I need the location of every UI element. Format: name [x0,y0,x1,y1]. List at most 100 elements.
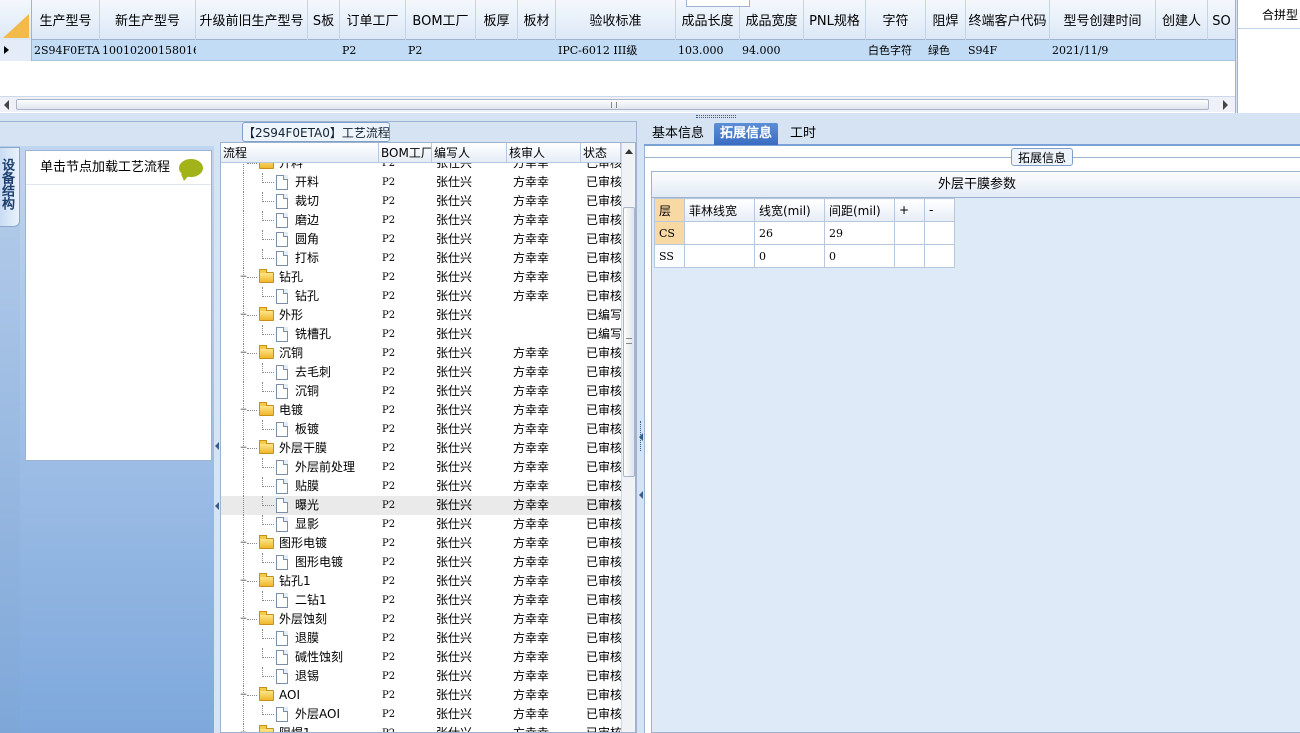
param-column-header[interactable]: + [894,198,925,222]
tree-row[interactable]: 显影 P2 张仕兴 方幸幸 已审核 [221,515,621,534]
collapse-left-icon[interactable] [639,491,643,499]
param-cell[interactable] [684,244,755,268]
table-row[interactable]: 2S94F0ETA0 10010200158016 P2 P2 IPC-6012 III… [0,40,1235,61]
vertical-splitter[interactable] [636,121,644,733]
column-header[interactable]: 字符 [866,0,926,40]
param-column-header[interactable]: 层 [654,198,685,222]
tree-row[interactable]: 外层AOI P2 张仕兴 方幸幸 已审核 [221,705,621,724]
column-header[interactable]: S板 [308,0,340,40]
tree-row[interactable]: − 钻孔 P2 张仕兴 方幸幸 已审核 [221,268,621,287]
grid-corner[interactable] [0,0,32,40]
tree-row[interactable]: 图形电镀 P2 张仕兴 方幸幸 已审核 [221,553,621,572]
tree-column-header[interactable]: 状态 [581,143,621,163]
table-cell[interactable] [804,40,866,61]
tree-row[interactable]: 贴膜 P2 张仕兴 方幸幸 已审核 [221,477,621,496]
tree-row[interactable]: − 沉铜 P2 张仕兴 方幸幸 已审核 [221,344,621,363]
tree-row[interactable]: −阻焊1P2张仕兴方幸幸已审核 [221,724,621,732]
tree-row[interactable]: − 开料 P2 张仕兴 方幸幸 已审核 [221,163,621,173]
table-cell[interactable]: P2 [340,40,406,61]
tree-column-header[interactable]: BOM工厂 [379,143,432,163]
tree-row[interactable]: 退锡 P2 张仕兴 方幸幸 已审核 [221,667,621,686]
collapse-left-icon[interactable] [215,502,219,510]
param-column-header[interactable]: 线宽(mil) [754,198,825,222]
column-header[interactable]: BOM工厂 [406,0,476,40]
param-cell[interactable] [894,221,925,245]
table-cell[interactable]: 10010200158016 [100,40,196,61]
param-cell[interactable] [684,221,755,245]
tree-row[interactable]: 裁切 P2 张仕兴 方幸幸 已审核 [221,192,621,211]
tree-row[interactable]: 曝光 P2 张仕兴 方幸幸 已审核 [221,496,621,515]
tree-row[interactable]: − 外层干膜 P2 张仕兴 方幸幸 已审核 [221,439,621,458]
tree-row[interactable]: 外层前处理 P2 张仕兴 方幸幸 已审核 [221,458,621,477]
tab-equipment-structure[interactable]: 设备结构 [0,147,20,227]
tree-row[interactable]: 钻孔 P2 张仕兴 方幸幸 已审核 [221,287,621,306]
tree-row[interactable]: 磨边 P2 张仕兴 方幸幸 已审核 [221,211,621,230]
table-cell[interactable]: 103.000 [676,40,740,61]
table-cell[interactable]: 2021/11/9 [1050,40,1156,61]
tree-row[interactable]: − 外形 P2 张仕兴 已编写 [221,306,621,325]
column-header[interactable]: 型号创建时间 [1050,0,1156,40]
param-column-header[interactable]: 间距(mil) [824,198,895,222]
tree-row[interactable]: 沉铜 P2 张仕兴 方幸幸 已审核 [221,382,621,401]
param-cell[interactable] [924,221,955,245]
collapse-tab[interactable] [686,0,750,7]
column-header[interactable]: SO [1208,0,1235,40]
row-indicator[interactable] [0,40,32,61]
column-header[interactable]: 升级前旧生产型号 [196,0,308,40]
table-cell[interactable] [476,40,518,61]
column-header[interactable]: 新生产型号 [100,0,196,40]
tree-row[interactable]: 退膜 P2 张仕兴 方幸幸 已审核 [221,629,621,648]
tree-row[interactable]: − 电镀 P2 张仕兴 方幸幸 已审核 [221,401,621,420]
table-cell[interactable]: IPC-6012 III级 [556,40,676,61]
tree-row[interactable]: 碱性蚀刻 P2 张仕兴 方幸幸 已审核 [221,648,621,667]
table-cell[interactable]: P2 [406,40,476,61]
table-cell[interactable]: 94.000 [740,40,804,61]
tree-column-header[interactable]: 编写人 [432,143,507,163]
tab-work-hours[interactable]: 工时 [784,123,822,145]
table-cell[interactable]: S94F [966,40,1050,61]
tree-row[interactable]: − 钻孔1 P2 张仕兴 方幸幸 已审核 [221,572,621,591]
param-cell[interactable]: 0 [824,244,895,268]
table-cell[interactable] [1156,40,1208,61]
tree-row[interactable]: − 图形电镀 P2 张仕兴 方幸幸 已审核 [221,534,621,553]
tree-row[interactable]: 开料 P2 张仕兴 方幸幸 已审核 [221,173,621,192]
horizontal-scrollbar[interactable] [0,96,1235,112]
param-row[interactable]: CS 26 29 [654,221,955,245]
param-cell[interactable] [894,244,925,268]
tree-row[interactable]: 去毛刺 P2 张仕兴 方幸幸 已审核 [221,363,621,382]
tree-row[interactable]: − AOI P2 张仕兴 方幸幸 已审核 [221,686,621,705]
param-cell[interactable]: 26 [754,221,825,245]
param-cell[interactable] [924,244,955,268]
scroll-left-icon[interactable] [4,100,9,110]
column-header[interactable]: 创建人 [1156,0,1208,40]
table-cell[interactable] [308,40,340,61]
scroll-up-icon[interactable] [625,149,633,154]
column-header[interactable]: 生产型号 [32,0,100,40]
param-column-header[interactable]: 菲林线宽 [684,198,755,222]
tree-row[interactable]: 圆角 P2 张仕兴 方幸幸 已审核 [221,230,621,249]
column-header[interactable]: 板厚 [476,0,518,40]
tree-column-header[interactable]: 核审人 [507,143,581,163]
param-cell[interactable]: 0 [754,244,825,268]
collapse-left-icon[interactable] [215,442,219,450]
tree-row[interactable]: 二钻1 P2 张仕兴 方幸幸 已审核 [221,591,621,610]
table-cell[interactable] [518,40,556,61]
column-header[interactable]: 终端客户代码 [966,0,1050,40]
table-cell[interactable]: 绿色 [926,40,966,61]
column-header[interactable]: 阻焊 [926,0,966,40]
vertical-scrollbar[interactable] [621,143,635,732]
column-header[interactable]: 订单工厂 [340,0,406,40]
column-header[interactable]: 板材 [518,0,556,40]
tree-row[interactable]: 板镀 P2 张仕兴 方幸幸 已审核 [221,420,621,439]
scroll-thumb[interactable] [16,99,1209,110]
tree-column-header[interactable]: 流程 [221,143,379,163]
column-header[interactable]: PNL规格 [804,0,866,40]
param-cell[interactable]: 29 [824,221,895,245]
table-cell[interactable] [1208,40,1235,61]
param-row[interactable]: SS 0 0 [654,244,955,268]
column-header[interactable]: 验收标准 [556,0,676,40]
horizontal-splitter[interactable] [0,113,1300,121]
table-cell[interactable]: 2S94F0ETA0 [32,40,100,61]
load-process-item[interactable]: 单击节点加载工艺流程 [26,151,211,185]
tree-row[interactable]: 铣槽孔 P2 张仕兴 已编写 [221,325,621,344]
